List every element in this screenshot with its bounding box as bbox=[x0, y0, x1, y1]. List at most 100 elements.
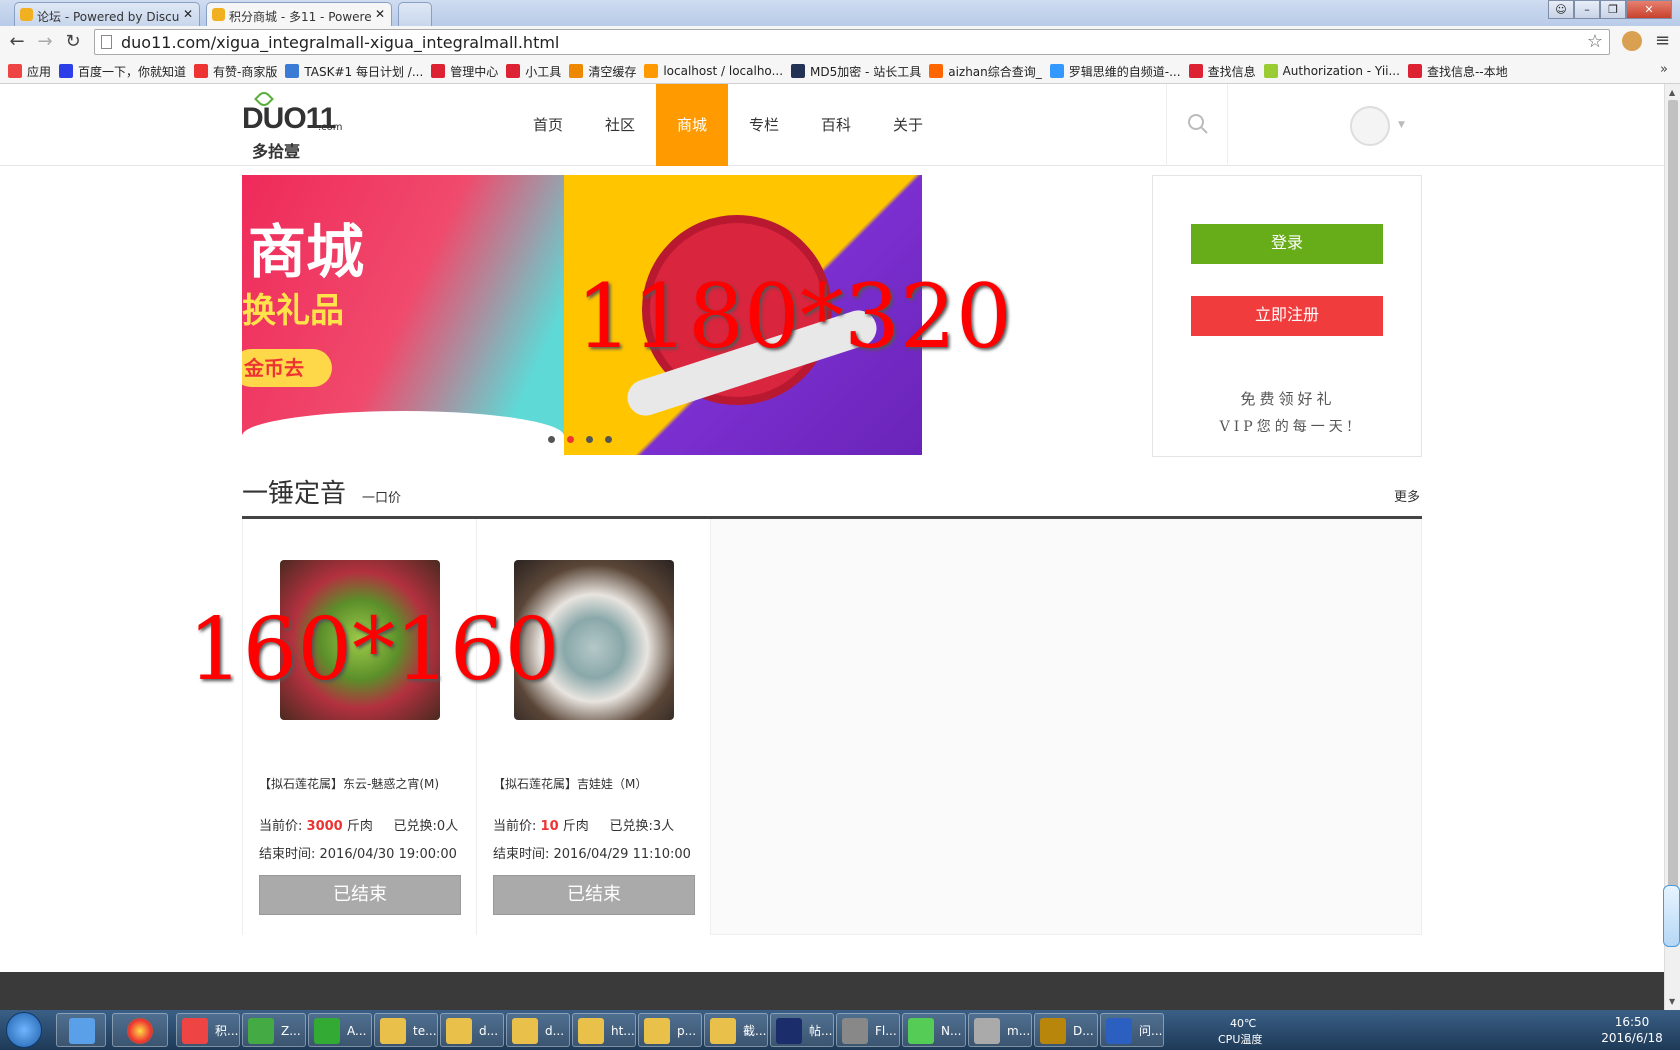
bookmark-item[interactable]: 查找信息 bbox=[1188, 58, 1256, 84]
bookmark-item[interactable]: Authorization - Yii... bbox=[1263, 58, 1400, 84]
taskbar-app[interactable]: 截... bbox=[704, 1013, 768, 1047]
menu-icon[interactable]: ≡ bbox=[1655, 30, 1670, 51]
bookmark-item[interactable]: TASK#1 每日计划 /... bbox=[285, 58, 423, 84]
product-title[interactable]: 【拟石莲花属】东云-魅惑之宵(M) bbox=[259, 775, 439, 792]
clock[interactable]: 16:50 2016/6/18 bbox=[1600, 1014, 1664, 1046]
bookmark-item[interactable]: aizhan综合查询_ bbox=[929, 58, 1042, 84]
carousel-dot[interactable] bbox=[586, 436, 593, 443]
scroll-down-icon[interactable]: ▼ bbox=[1669, 997, 1675, 1006]
nav-item[interactable]: 专栏 bbox=[728, 84, 800, 166]
bookmark-label: 应用 bbox=[27, 64, 52, 79]
taskbar-app[interactable] bbox=[112, 1013, 168, 1047]
nav-item[interactable]: 社区 bbox=[584, 84, 656, 166]
taskbar-app[interactable]: 问... bbox=[1100, 1013, 1164, 1047]
bookmark-item[interactable]: 小工具 bbox=[506, 58, 561, 84]
price-unit: 斤肉 bbox=[346, 819, 373, 834]
bookmark-item[interactable]: localhost / localho... bbox=[644, 58, 783, 84]
maximize-icon[interactable]: ❐ bbox=[1600, 0, 1626, 19]
extension-icon[interactable] bbox=[1622, 31, 1642, 51]
browser-tab-active[interactable]: 积分商城 - 多11 - Powere ✕ bbox=[206, 2, 392, 26]
taskbar-app[interactable]: D... bbox=[1034, 1013, 1098, 1047]
back-icon[interactable]: ← bbox=[6, 31, 28, 53]
taskbar-app[interactable]: N... bbox=[902, 1013, 966, 1047]
bookmark-star-icon[interactable]: ☆ bbox=[1587, 31, 1603, 52]
bookmark-item[interactable]: 应用 bbox=[8, 58, 51, 84]
new-tab-button[interactable] bbox=[398, 2, 432, 26]
carousel-dot[interactable] bbox=[605, 436, 612, 443]
taskbar-app[interactable]: 帖... bbox=[770, 1013, 834, 1047]
taskbar-app-label: d... bbox=[479, 1024, 499, 1038]
taskbar-app[interactable]: Fl... bbox=[836, 1013, 900, 1047]
nav-item[interactable]: 关于 bbox=[872, 84, 944, 166]
more-link[interactable]: 更多 bbox=[1394, 486, 1420, 505]
close-window-icon[interactable]: ✕ bbox=[1626, 0, 1672, 19]
taskbar-app[interactable]: Z... bbox=[242, 1013, 306, 1047]
banner-carousel[interactable]: 商城 换礼品 金币去 大奖 bbox=[242, 175, 922, 455]
nav-item[interactable]: 首页 bbox=[512, 84, 584, 166]
reload-icon[interactable]: ↻ bbox=[62, 31, 84, 53]
side-float-widget[interactable] bbox=[1663, 885, 1680, 947]
taskbar-app-label: 积... bbox=[215, 1024, 239, 1038]
favicon-icon bbox=[20, 8, 33, 21]
chevron-down-icon[interactable]: ▼ bbox=[1398, 120, 1405, 130]
bookmark-item[interactable]: 查找信息--本地 bbox=[1407, 58, 1508, 84]
product-card[interactable]: 【拟石莲花属】吉娃娃（M） 当前价: 10 斤肉 已兑换:3人 结束时间: 2016… bbox=[477, 519, 711, 935]
price-value: 3000 bbox=[306, 819, 343, 834]
app-icon bbox=[446, 1018, 472, 1044]
close-tab-icon[interactable]: ✕ bbox=[375, 7, 385, 21]
login-button[interactable]: 登录 bbox=[1191, 224, 1383, 264]
product-card[interactable]: 【拟石莲花属】东云-魅惑之宵(M) 当前价: 3000 斤肉 已兑换:0人 结束时间… bbox=[243, 519, 477, 935]
taskbar-app[interactable]: d... bbox=[506, 1013, 570, 1047]
taskbar-app[interactable]: d... bbox=[440, 1013, 504, 1047]
scroll-up-icon[interactable]: ▲ bbox=[1669, 88, 1675, 97]
bookmark-icon bbox=[431, 64, 446, 78]
forward-icon[interactable]: → bbox=[34, 31, 56, 53]
bookmark-item[interactable]: 罗辑思维的自频道-... bbox=[1049, 58, 1181, 84]
app-icon bbox=[908, 1018, 934, 1044]
start-button[interactable] bbox=[6, 1012, 42, 1048]
taskbar-app[interactable]: A... bbox=[308, 1013, 372, 1047]
chrome-icon bbox=[127, 1018, 153, 1044]
carousel-dot[interactable] bbox=[567, 436, 574, 443]
browser-tab[interactable]: 论坛 - Powered by Discu ✕ bbox=[14, 2, 200, 26]
taskbar-app-label: 问... bbox=[1139, 1024, 1163, 1038]
more-bookmarks-icon[interactable]: » bbox=[1660, 62, 1668, 77]
show-desktop-button[interactable] bbox=[56, 1013, 106, 1047]
banner-left-panel: 商城 换礼品 金币去 bbox=[242, 175, 564, 455]
taskbar-app[interactable]: ht... bbox=[572, 1013, 636, 1047]
main-nav: 首页 社区 商城 专栏 百科 关于 bbox=[512, 84, 944, 166]
avatar[interactable] bbox=[1350, 106, 1390, 146]
taskbar-app-label: Z... bbox=[281, 1024, 301, 1038]
register-button[interactable]: 立即注册 bbox=[1191, 296, 1383, 336]
taskbar-app[interactable]: p... bbox=[638, 1013, 702, 1047]
taskbar-app[interactable]: te... bbox=[374, 1013, 438, 1047]
address-bar[interactable]: duo11.com/xigua_integralmall-xigua_integ… bbox=[94, 29, 1610, 55]
bookmark-label: TASK#1 每日计划 /... bbox=[304, 64, 424, 79]
bookmark-item[interactable]: 清空缓存 bbox=[569, 58, 636, 84]
exchanged-count: 已兑换:0人 bbox=[393, 819, 459, 834]
nav-item[interactable]: 商城 bbox=[656, 84, 728, 166]
tab-title: 论坛 - Powered by Discu bbox=[37, 10, 180, 24]
nav-item[interactable]: 百科 bbox=[800, 84, 872, 166]
bookmark-item[interactable]: 管理中心 bbox=[431, 58, 498, 84]
site-logo[interactable]: DUO11 .com 多拾壹 bbox=[242, 89, 343, 161]
bookmark-item[interactable]: MD5加密 - 站长工具 bbox=[791, 58, 921, 84]
ended-button[interactable]: 已结束 bbox=[259, 875, 461, 915]
bookmark-icon bbox=[1263, 64, 1278, 78]
taskbar-app[interactable]: 积... bbox=[176, 1013, 240, 1047]
carousel-dot[interactable] bbox=[548, 436, 555, 443]
search-button[interactable] bbox=[1166, 84, 1228, 166]
user-icon[interactable]: ☺ bbox=[1548, 0, 1574, 19]
bookmark-item[interactable]: 百度一下，你就知道 bbox=[59, 58, 186, 84]
taskbar-app[interactable]: m... bbox=[968, 1013, 1032, 1047]
url-text[interactable]: duo11.com/xigua_integralmall-xigua_integ… bbox=[121, 33, 559, 52]
close-tab-icon[interactable]: ✕ bbox=[183, 7, 193, 21]
page-scrollbar[interactable]: ▲ ▼ bbox=[1664, 84, 1680, 1010]
minimize-icon[interactable]: – bbox=[1574, 0, 1600, 19]
ended-button[interactable]: 已结束 bbox=[493, 875, 695, 915]
image-size-placeholder: 160*160 bbox=[188, 600, 560, 700]
bookmark-item[interactable]: 有赞-商家版 bbox=[194, 58, 277, 84]
product-title[interactable]: 【拟石莲花属】吉娃娃（M） bbox=[493, 775, 647, 792]
scrollbar-thumb[interactable] bbox=[1668, 100, 1678, 910]
price-label: 当前价: bbox=[259, 819, 303, 834]
